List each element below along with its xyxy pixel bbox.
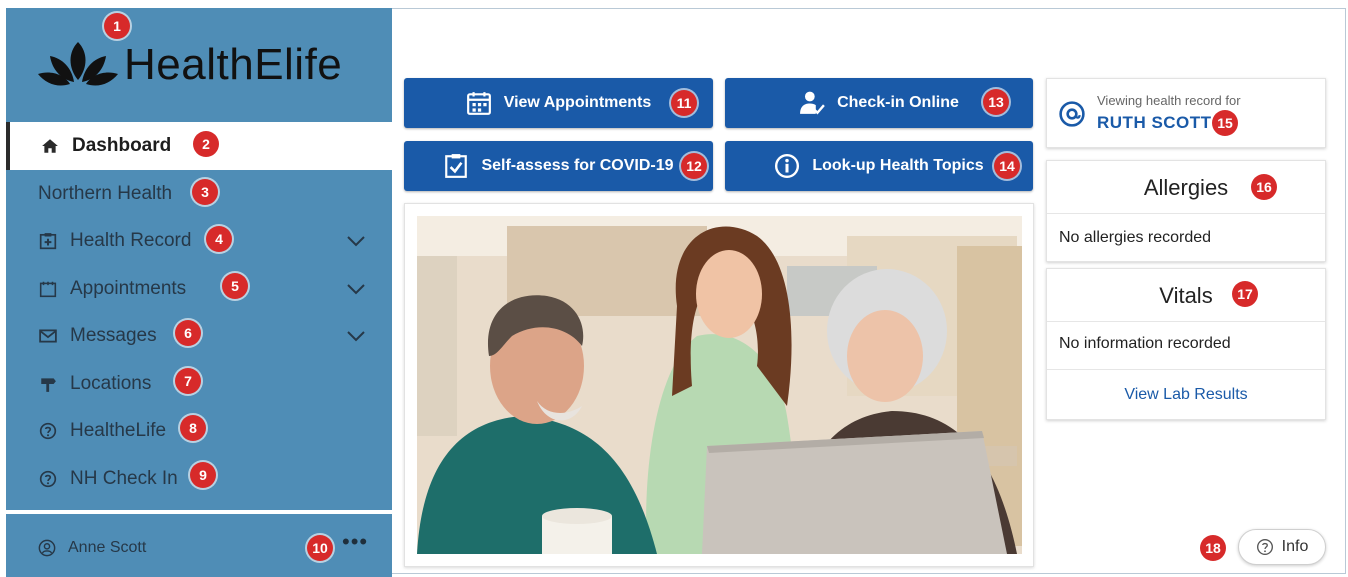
envelope-icon [38,326,58,346]
hero-photo-card [404,203,1034,567]
callout-badge: 2 [193,131,219,157]
user-account[interactable]: Anne Scott [6,524,392,572]
calendar-icon [466,92,491,115]
sidebar-item-label: Health Record [70,230,192,252]
user-circle-icon [1059,101,1085,127]
chevron-down-icon[interactable] [346,283,366,295]
vitals-title: Vitals [1159,283,1213,308]
calendar-icon [38,279,58,299]
sidebar-item-appointments[interactable]: Appointments [6,265,392,313]
callout-badge: 4 [206,226,232,252]
callout-badge: 10 [307,535,333,561]
callout-badge: 13 [983,89,1009,115]
info-label: Info [1281,538,1309,555]
viewing-record-card: Viewing health record for RUTH SCOTT [1046,78,1326,148]
chevron-down-icon[interactable] [346,235,366,247]
callout-badge: 6 [175,320,201,346]
callout-badge: 15 [1212,110,1238,136]
user-check-icon [800,91,825,115]
sidebar-item-label: Northern Health [38,182,173,204]
callout-badge: 5 [222,273,248,299]
lookup-health-topics-button[interactable]: Look-up Health Topics [725,141,1033,191]
logo[interactable]: HealthElife [6,8,392,122]
patient-name-link[interactable]: RUTH SCOTT [1097,113,1212,133]
signpost-icon [38,374,58,394]
more-options-button[interactable]: ••• [342,531,368,553]
info-button[interactable]: Info [1238,529,1326,565]
logo-text: HealthElife [124,40,343,89]
allergies-status: No allergies recorded [1059,229,1212,246]
callout-badge: 7 [175,368,201,394]
card-divider [1047,369,1325,370]
view-lab-results-link[interactable]: View Lab Results [1047,386,1325,404]
allergies-card: Allergies No allergies recorded [1046,160,1326,262]
sidebar-item-label: Appointments [70,277,187,299]
sidebar-item-label: Locations [70,372,152,394]
vitals-card: Vitals No information recorded View Lab … [1046,268,1326,420]
callout-badge: 14 [994,153,1020,179]
help-circle-icon [38,469,58,489]
callout-badge: 8 [180,415,206,441]
sidebar-divider [6,510,392,514]
button-label: View Appointments [503,94,652,111]
callout-badge: 3 [192,179,218,205]
callout-badge: 17 [1232,281,1258,307]
self-assess-covid-button[interactable]: Self-assess for COVID-19 [404,141,713,191]
sidebar-item-label: HealtheLife [70,420,167,442]
user-name: Anne Scott [68,539,147,556]
family-laptop-photo [417,216,1022,554]
home-icon [40,136,60,156]
user-circle-icon [38,539,56,557]
sidebar-item-label: Messages [70,325,157,347]
info-circle-icon [775,153,800,179]
viewing-label: Viewing health record for [1097,93,1241,108]
callout-badge: 9 [190,462,216,488]
sidebar-item-label: Dashboard [72,135,172,156]
chevron-down-icon[interactable] [346,330,366,342]
callout-badge: 1 [104,13,130,39]
button-label: Check-in Online [837,94,959,111]
callout-badge: 12 [681,153,707,179]
callout-badge: 18 [1200,535,1226,561]
help-circle-icon [38,421,58,441]
sidebar-item-health-record[interactable]: Health Record [6,218,392,266]
sidebar: HealthElife Dashboard Northern Health He… [6,8,392,577]
sidebar-item-label: NH Check In [70,467,178,489]
callout-badge: 16 [1251,174,1277,200]
allergies-title: Allergies [1143,175,1229,200]
callout-badge: 11 [671,90,697,116]
clipboard-check-icon [445,154,468,178]
view-appointments-button[interactable]: View Appointments [404,78,713,128]
lotus-logo-icon [38,42,118,86]
medical-record-icon [38,231,58,251]
button-label: Look-up Health Topics [812,157,984,174]
card-divider [1047,321,1325,322]
vitals-status: No information recorded [1059,335,1231,352]
help-circle-icon [1256,539,1273,555]
card-divider [1047,213,1325,214]
button-label: Self-assess for COVID-19 [481,157,674,174]
